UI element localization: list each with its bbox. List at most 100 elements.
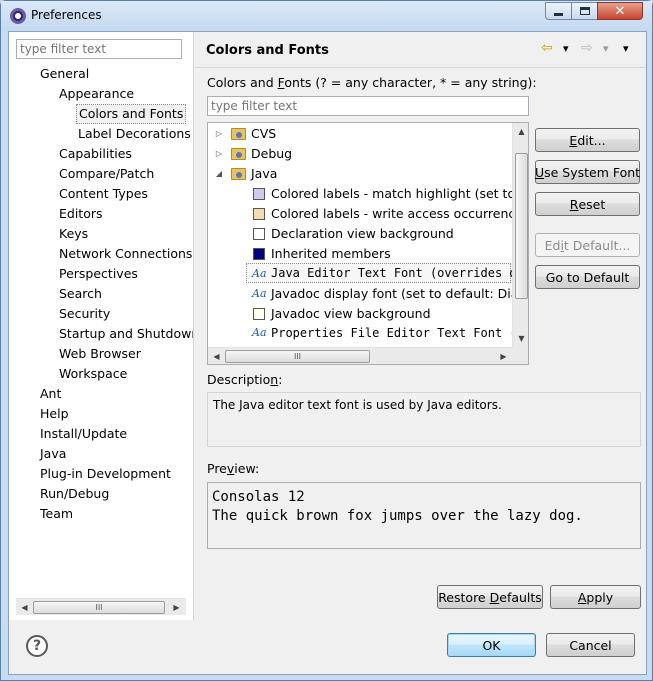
tree-item-ant[interactable]: Ant — [40, 384, 61, 404]
tree-item-run-debug[interactable]: Run/Debug — [40, 484, 109, 504]
scroll-down-icon[interactable]: ▼ — [513, 330, 528, 347]
tree-item-web-browser[interactable]: Web Browser — [59, 344, 141, 364]
filter-label-text-rest: onts (? = any character, * = any string)… — [284, 75, 537, 90]
tree-item-javadoc-font[interactable]: Aa Javadoc display font (set to default:… — [208, 284, 528, 304]
scroll-right-icon[interactable]: ▶ — [168, 599, 185, 616]
expand-icon[interactable]: ▷ — [214, 144, 224, 164]
tree-group-label: CVS — [251, 126, 277, 141]
preference-tree: General Appearance Colors and Fonts Labe… — [9, 64, 193, 592]
tree-item-team[interactable]: Team — [40, 504, 73, 524]
edit-default-label: Ed — [544, 237, 561, 253]
description-label-text: Descriptio — [207, 372, 271, 387]
forward-arrow-icon[interactable]: ⇨ — [581, 40, 593, 56]
restore-mnemonic: D — [489, 589, 500, 605]
tree-vertical-scrollbar[interactable]: ▲ ▼ — [512, 123, 528, 347]
color-swatch — [253, 248, 265, 260]
page-navigation: ⇦ ▾ ⇨ ▾ ▾ — [541, 40, 637, 60]
use-system-font-button[interactable]: Use System Font — [535, 160, 640, 184]
tree-item-colored-labels-write[interactable]: Colored labels - write access occurrence… — [208, 204, 528, 224]
minimize-button[interactable] — [545, 2, 572, 20]
tree-item-inherited-members[interactable]: Inherited members — [208, 244, 511, 264]
reset-mnemonic: R — [569, 196, 579, 212]
tree-item-help[interactable]: Help — [40, 404, 69, 424]
tree-item-plugin-development[interactable]: Plug-in Development — [40, 464, 171, 484]
color-swatch — [253, 188, 265, 200]
tree-item-java[interactable]: Java — [40, 444, 66, 464]
colors-filter-input[interactable] — [207, 96, 529, 116]
ok-button[interactable]: OK — [447, 633, 536, 657]
tree-item-perspectives[interactable]: Perspectives — [59, 264, 138, 284]
edit-default-label-rest: t Default... — [563, 237, 631, 253]
tree-item-properties-font[interactable]: Aa Properties File Editor Text Font ( — [208, 323, 517, 343]
restore-defaults-button[interactable]: Restore Defaults — [437, 585, 543, 609]
tree-item-declaration-background[interactable]: Declaration view background — [208, 224, 511, 244]
tree-item-compare-patch[interactable]: Compare/Patch — [59, 164, 154, 184]
expand-icon[interactable]: ▷ — [214, 124, 224, 144]
font-icon: Aa — [252, 267, 267, 280]
tree-item-colors-and-fonts[interactable]: Colors and Fonts — [76, 104, 187, 124]
tree-item-label: Inherited members — [271, 246, 391, 261]
tree-group-cvs[interactable]: ▷ CVS — [208, 124, 508, 144]
cancel-button[interactable]: Cancel — [546, 633, 635, 657]
help-icon[interactable]: ? — [26, 635, 48, 657]
restore-label-rest: efaults — [499, 589, 542, 605]
description-label: Description: — [207, 372, 282, 387]
tree-item-label: Colored labels - write access occurrence… — [271, 206, 529, 221]
eclipse-icon — [10, 8, 26, 24]
tree-horizontal-scrollbar[interactable]: ◀ III ▶ — [208, 347, 512, 364]
tree-item-java-editor-font[interactable]: Aa Java Editor Text Font (overrides d — [246, 263, 517, 283]
color-swatch — [253, 208, 265, 220]
tree-item-startup-and-shutdown[interactable]: Startup and Shutdown — [59, 324, 193, 344]
tree-item-keys[interactable]: Keys — [59, 224, 88, 244]
go-to-default-button[interactable]: Go to Default — [535, 265, 640, 289]
scroll-right-icon[interactable]: ▶ — [495, 348, 512, 364]
tree-item-javadoc-background[interactable]: Javadoc view background — [208, 304, 511, 324]
tree-item-security[interactable]: Security — [59, 304, 110, 324]
tree-item-install-update[interactable]: Install/Update — [40, 424, 127, 444]
tree-item-appearance[interactable]: Appearance — [59, 84, 134, 104]
tree-group-debug[interactable]: ▷ Debug — [208, 144, 508, 164]
view-menu-icon[interactable]: ▾ — [623, 42, 629, 55]
header-separator — [195, 67, 646, 68]
tree-item-label: Colored labels - match highlight (set to… — [271, 186, 528, 201]
scroll-thumb[interactable]: III — [33, 601, 165, 614]
tree-item-search[interactable]: Search — [59, 284, 102, 304]
tree-item-content-types[interactable]: Content Types — [59, 184, 148, 204]
collapse-icon[interactable]: ◢ — [214, 164, 224, 184]
tree-item-capabilities[interactable]: Capabilities — [59, 144, 132, 164]
apply-button[interactable]: Apply — [550, 585, 641, 609]
scroll-left-icon[interactable]: ◀ — [16, 599, 33, 616]
edit-default-button[interactable]: Ed i t Default... — [535, 233, 640, 257]
dialog-body: General Appearance Colors and Fonts Labe… — [8, 31, 647, 675]
edit-label: dit... — [577, 132, 606, 148]
tree-item-workspace[interactable]: Workspace — [59, 364, 127, 384]
scroll-thumb-vertical[interactable] — [515, 153, 528, 299]
back-arrow-icon[interactable]: ⇦ — [541, 40, 553, 56]
tree-group-label: Java — [251, 166, 278, 181]
forward-menu-icon[interactable]: ▾ — [603, 42, 609, 55]
tree-filter-input[interactable] — [16, 39, 182, 59]
minimize-icon — [554, 12, 563, 16]
scroll-thumb[interactable]: III — [225, 350, 370, 363]
color-swatch — [253, 308, 265, 320]
tree-group-label: Debug — [251, 146, 293, 161]
tree-item-network-connections[interactable]: Network Connections — [59, 244, 192, 264]
font-icon: Aa — [252, 326, 267, 339]
tree-item-colored-labels-match[interactable]: Colored labels - match highlight (set to… — [208, 184, 527, 204]
title-bar[interactable]: Preferences ✕ — [1, 1, 652, 31]
edit-button[interactable]: Edit... — [535, 128, 640, 152]
tree-item-label: Java Editor Text Font (overrides d — [271, 266, 517, 280]
tree-item-label-decorations[interactable]: Label Decorations — [78, 124, 191, 144]
tree-group-java[interactable]: ◢ Java — [208, 164, 508, 184]
tree-item-editors[interactable]: Editors — [59, 204, 103, 224]
maximize-button[interactable] — [571, 2, 598, 20]
tree-item-general[interactable]: General — [40, 64, 89, 84]
reset-button[interactable]: Reset — [535, 192, 640, 216]
scroll-up-icon[interactable]: ▲ — [513, 123, 528, 140]
scroll-left-icon[interactable]: ◀ — [208, 348, 225, 364]
description-label-colon: : — [278, 372, 283, 387]
tree-horizontal-scrollbar[interactable]: ◀ III ▶ — [16, 598, 186, 615]
back-menu-icon[interactable]: ▾ — [563, 42, 569, 55]
close-button[interactable]: ✕ — [597, 2, 643, 20]
use-system-label: se System Font — [544, 164, 641, 180]
